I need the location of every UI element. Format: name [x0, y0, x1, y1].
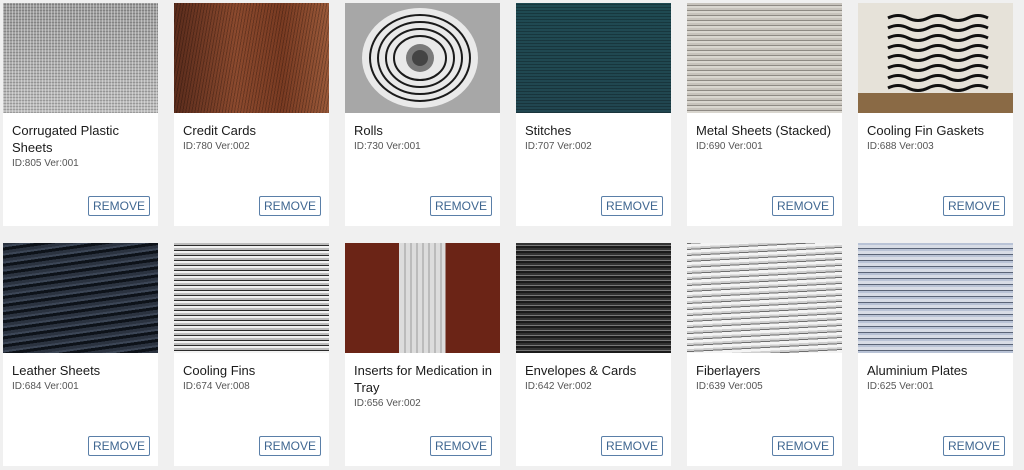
cooling-fin-gaskets-image — [858, 3, 1013, 113]
remove-button[interactable]: REMOVE — [600, 196, 663, 216]
card-title-text: Cooling Fin Gaskets — [867, 123, 985, 138]
remove-button[interactable]: REMOVE — [258, 436, 321, 456]
sample-card[interactable]: Credit Cards ID:780 Ver:002 REMOVE — [174, 3, 329, 226]
remove-button[interactable]: REMOVE — [429, 196, 492, 216]
card-id-version: ID:805 Ver:001 — [12, 158, 79, 169]
stitches-image — [516, 3, 671, 113]
card-title-text: Fiberlayers — [696, 363, 761, 378]
sample-card[interactable]: Cooling Fins ID:674 Ver:008 REMOVE — [174, 243, 329, 466]
inserts-picture — [404, 243, 442, 353]
card-id-version: ID:690 Ver:001 — [696, 141, 763, 152]
card-title: Metal Sheets (Stacked) ID:690 Ver:001 — [696, 122, 836, 153]
remove-button[interactable]: REMOVE — [942, 196, 1005, 216]
remove-button[interactable]: REMOVE — [942, 436, 1005, 456]
remove-button[interactable]: REMOVE — [87, 436, 150, 456]
medication-inserts-image — [345, 243, 500, 353]
remove-button[interactable]: REMOVE — [771, 436, 834, 456]
card-id-version: ID:674 Ver:008 — [183, 381, 250, 392]
remove-button[interactable]: REMOVE — [429, 436, 492, 456]
sample-card[interactable]: Stitches ID:707 Ver:002 REMOVE — [516, 3, 671, 226]
card-id-version: ID:780 Ver:002 — [183, 141, 250, 152]
card-title-text: Envelopes & Cards — [525, 363, 637, 378]
card-id-version: ID:684 Ver:001 — [12, 381, 79, 392]
card-title-text: Corrugated Plastic Sheets — [12, 123, 119, 155]
remove-button[interactable]: REMOVE — [600, 436, 663, 456]
card-id-version: ID:639 Ver:005 — [696, 381, 763, 392]
card-id-version: ID:730 Ver:001 — [354, 141, 421, 152]
sample-card[interactable]: Fiberlayers ID:639 Ver:005 REMOVE — [687, 243, 842, 466]
card-id-version: ID:688 Ver:003 — [867, 141, 934, 152]
card-title: Stitches ID:707 Ver:002 — [525, 122, 665, 153]
rolls-picture — [362, 8, 478, 108]
card-title: Cooling Fins ID:674 Ver:008 — [183, 362, 323, 393]
sample-card[interactable]: Envelopes & Cards ID:642 Ver:002 REMOVE — [516, 243, 671, 466]
card-id-version: ID:625 Ver:001 — [867, 381, 934, 392]
fiberlayers-image — [687, 243, 842, 353]
sample-card[interactable]: Corrugated Plastic Sheets ID:805 Ver:001… — [3, 3, 158, 226]
sample-card[interactable]: Rolls ID:730 Ver:001 REMOVE — [345, 3, 500, 226]
sample-card[interactable]: Inserts for Medication in Tray ID:656 Ve… — [345, 243, 500, 466]
corrugated-plastic-image — [3, 3, 158, 113]
remove-button[interactable]: REMOVE — [771, 196, 834, 216]
card-title: Cooling Fin Gaskets ID:688 Ver:003 — [867, 122, 1007, 153]
card-title: Envelopes & Cards ID:642 Ver:002 — [525, 362, 665, 393]
card-title: Leather Sheets ID:684 Ver:001 — [12, 362, 152, 393]
rolls-image — [345, 3, 500, 113]
leather-sheets-image — [3, 243, 158, 353]
remove-button[interactable]: REMOVE — [87, 196, 150, 216]
aluminium-plates-image — [858, 243, 1013, 353]
cooling-fins-image — [174, 243, 329, 353]
sample-card[interactable]: Leather Sheets ID:684 Ver:001 REMOVE — [3, 243, 158, 466]
card-title: Rolls ID:730 Ver:001 — [354, 122, 494, 153]
remove-button[interactable]: REMOVE — [258, 196, 321, 216]
sample-card[interactable]: Cooling Fin Gaskets ID:688 Ver:003 REMOV… — [858, 3, 1013, 226]
card-title-text: Metal Sheets (Stacked) — [696, 123, 832, 138]
card-title: Corrugated Plastic Sheets ID:805 Ver:001 — [12, 122, 152, 170]
card-title-text: Credit Cards — [183, 123, 256, 138]
credit-cards-image — [174, 3, 329, 113]
card-title-text: Cooling Fins — [183, 363, 256, 378]
metal-sheets-image — [687, 3, 842, 113]
card-title-text: Rolls — [354, 123, 383, 138]
sample-grid: Corrugated Plastic Sheets ID:805 Ver:001… — [3, 3, 1013, 466]
card-title: Aluminium Plates ID:625 Ver:001 — [867, 362, 1007, 393]
card-title: Fiberlayers ID:639 Ver:005 — [696, 362, 836, 393]
sample-card[interactable]: Aluminium Plates ID:625 Ver:001 REMOVE — [858, 243, 1013, 466]
card-title-text: Inserts for Medication in Tray — [354, 363, 493, 395]
envelopes-cards-image — [516, 243, 671, 353]
card-title-text: Aluminium Plates — [867, 363, 968, 378]
card-title: Inserts for Medication in Tray ID:656 Ve… — [354, 362, 494, 410]
card-title-text: Stitches — [525, 123, 572, 138]
sample-card[interactable]: Metal Sheets (Stacked) ID:690 Ver:001 RE… — [687, 3, 842, 226]
gaskets-picture — [858, 3, 1013, 113]
card-id-version: ID:642 Ver:002 — [525, 381, 592, 392]
card-id-version: ID:707 Ver:002 — [525, 141, 592, 152]
card-id-version: ID:656 Ver:002 — [354, 398, 421, 409]
card-title: Credit Cards ID:780 Ver:002 — [183, 122, 323, 153]
card-title-text: Leather Sheets — [12, 363, 101, 378]
